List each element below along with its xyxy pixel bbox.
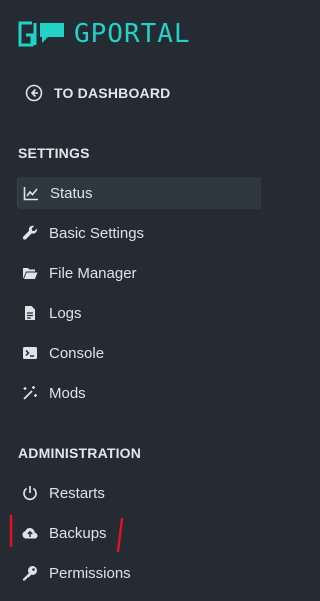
key-icon [22,565,38,581]
menu-item-label: File Manager [49,264,137,282]
gportal-logo-icon [18,21,64,47]
administration-section-title: ADMINISTRATION [18,445,142,461]
to-dashboard-label: TO DASHBOARD [54,85,171,101]
cloud-upload-icon [22,525,38,541]
power-icon [22,485,38,501]
brand-name: GPORTAL [74,19,191,49]
menu-item-label: Permissions [49,564,131,582]
settings-section-title: SETTINGS [18,145,90,161]
terminal-icon [22,345,38,361]
menu-item-label: Logs [49,304,82,322]
menu-item-console[interactable]: Console [17,337,261,369]
menu-item-label: Backups [49,524,107,542]
chart-line-icon [23,185,39,201]
magic-wand-icon [22,385,38,401]
menu-item-mods[interactable]: Mods [17,377,261,409]
document-icon [22,305,38,321]
sidebar: GPORTAL TO DASHBOARD SETTINGS Status Bas… [0,0,261,601]
gportal-logo[interactable]: GPORTAL [18,19,191,49]
menu-item-restarts[interactable]: Restarts [17,477,261,509]
folder-open-icon [22,265,38,281]
menu-item-status[interactable]: Status [17,177,261,209]
menu-item-logs[interactable]: Logs [17,297,261,329]
wrench-icon [22,225,38,241]
menu-item-backups[interactable]: Backups [17,517,261,549]
menu-item-permissions[interactable]: Permissions [17,557,261,589]
menu-item-basic-settings[interactable]: Basic Settings [17,217,261,249]
menu-item-label: Status [50,184,93,202]
menu-item-label: Mods [49,384,86,402]
to-dashboard-link[interactable]: TO DASHBOARD [25,82,170,104]
menu-item-label: Restarts [49,484,105,502]
menu-item-label: Basic Settings [49,224,145,242]
menu-item-file-manager[interactable]: File Manager [17,257,261,289]
menu-item-label: Console [49,344,105,362]
arrow-left-circle-icon [25,84,43,102]
